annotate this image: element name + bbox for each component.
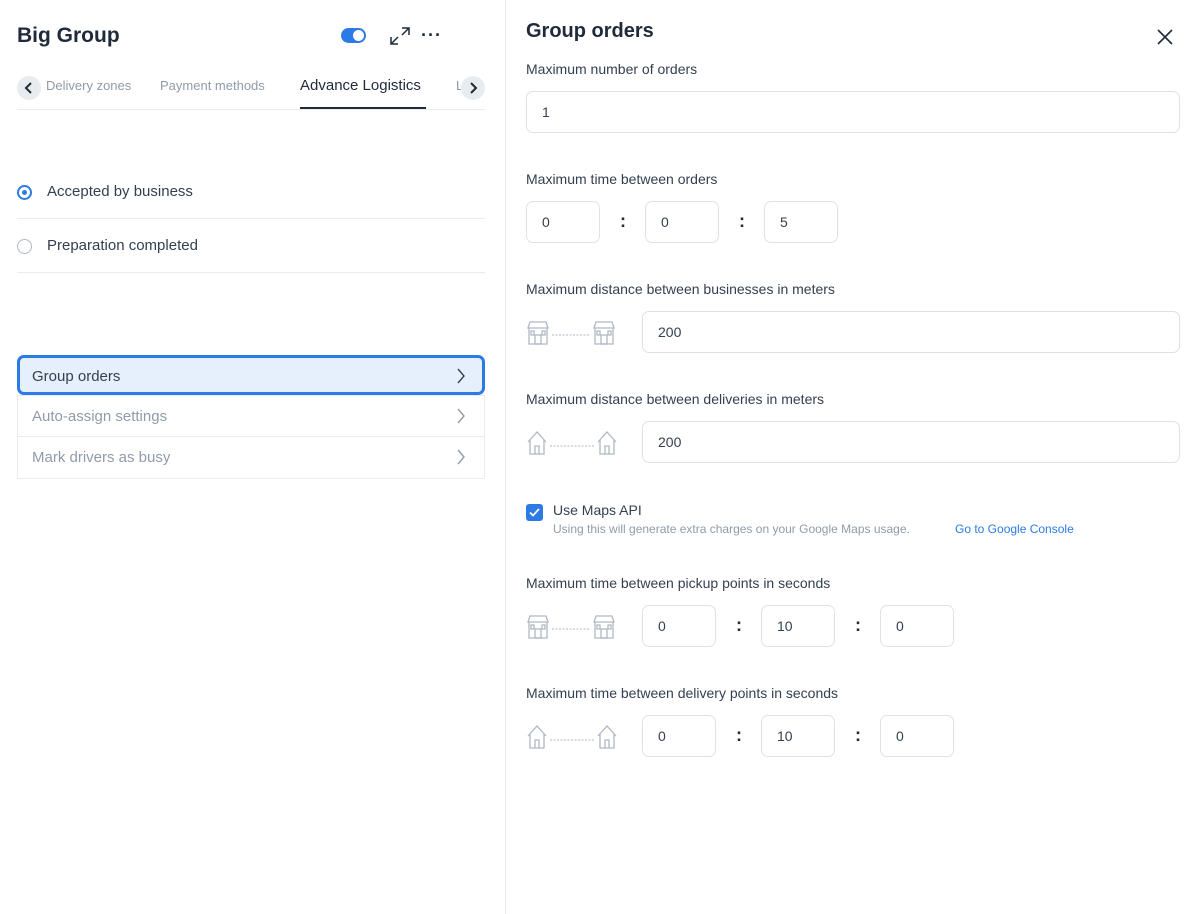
panel-title: Group orders: [526, 20, 654, 42]
menu-item-mark-drivers-busy[interactable]: Mark drivers as busy: [17, 437, 485, 479]
max-dist-businesses-label: Maximum distance between businesses in m…: [526, 281, 835, 297]
max-dist-deliveries-label: Maximum distance between deliveries in m…: [526, 391, 825, 407]
max-orders-label: Maximum number of orders: [526, 61, 698, 77]
settings-tabs: Delivery zones Payment methods Advance L…: [17, 72, 485, 110]
time-separator: :: [736, 615, 742, 635]
tab-advance-logistics[interactable]: Advance Logistics: [300, 77, 421, 94]
time-separator: :: [736, 725, 742, 745]
max-time-orders-hours-input[interactable]: 0: [526, 201, 600, 243]
more-dots-icon[interactable]: ···: [421, 26, 442, 44]
tab-delivery-zones[interactable]: Delivery zones: [46, 78, 131, 93]
max-time-orders-label: Maximum time between orders: [526, 171, 718, 187]
chevron-left-icon: [24, 82, 32, 94]
store-to-store-icon: [527, 615, 615, 639]
chevron-right-icon: [457, 408, 465, 424]
tabs-scroll-right-button[interactable]: [461, 76, 485, 100]
checkmark-icon: [529, 508, 540, 517]
use-maps-api-label: Use Maps API: [553, 502, 642, 518]
chevron-right-icon: [470, 82, 478, 94]
google-console-link[interactable]: Go to Google Console: [955, 522, 1074, 536]
max-time-delivery-seconds-input[interactable]: 0: [880, 715, 954, 757]
maps-api-hint: Using this will generate extra charges o…: [553, 522, 910, 536]
menu-item-label: Group orders: [32, 368, 121, 385]
expand-icon[interactable]: [389, 26, 411, 46]
time-separator: :: [620, 211, 626, 231]
menu-item-group-orders[interactable]: Group orders: [17, 355, 485, 395]
store-to-store-icon: [527, 321, 615, 345]
time-separator: :: [739, 211, 745, 231]
logistics-settings-menu: Group orders Auto-assign settings Mark d…: [17, 355, 485, 479]
chevron-right-icon: [457, 368, 465, 384]
tab-payment-methods[interactable]: Payment methods: [160, 78, 265, 93]
active-tab-underline: [300, 107, 426, 109]
status-option-accepted[interactable]: Accepted by business: [17, 165, 485, 219]
group-orders-panel: Group orders Maximum number of orders 1 …: [506, 0, 1200, 914]
house-to-house-icon: [527, 431, 617, 455]
status-option-label: Preparation completed: [47, 237, 198, 254]
max-time-pickup-seconds-input[interactable]: 0: [880, 605, 954, 647]
radio-button-checked[interactable]: [17, 185, 32, 200]
menu-item-auto-assign[interactable]: Auto-assign settings: [17, 395, 485, 437]
max-dist-businesses-input[interactable]: 200: [642, 311, 1180, 353]
business-enabled-toggle[interactable]: [341, 28, 366, 43]
max-time-delivery-hours-input[interactable]: 0: [642, 715, 716, 757]
business-title: Big Group: [17, 24, 120, 47]
max-time-pickup-hours-input[interactable]: 0: [642, 605, 716, 647]
max-time-delivery-minutes-input[interactable]: 10: [761, 715, 835, 757]
business-sidebar-panel: Big Group ··· Delivery zones Payment met…: [0, 0, 506, 914]
time-separator: :: [855, 725, 861, 745]
menu-item-label: Auto-assign settings: [32, 408, 168, 425]
radio-button[interactable]: [17, 239, 32, 254]
max-time-orders-seconds-input[interactable]: 5: [764, 201, 838, 243]
time-separator: :: [855, 615, 861, 635]
max-time-pickup-label: Maximum time between pickup points in se…: [526, 575, 831, 591]
max-time-orders-minutes-input[interactable]: 0: [645, 201, 719, 243]
chevron-right-icon: [457, 449, 465, 465]
max-orders-input[interactable]: 1: [526, 91, 1180, 133]
menu-item-label: Mark drivers as busy: [32, 449, 171, 466]
status-option-preparation[interactable]: Preparation completed: [17, 219, 485, 273]
max-time-delivery-label: Maximum time between delivery points in …: [526, 685, 839, 701]
close-icon[interactable]: [1156, 28, 1174, 46]
max-time-pickup-minutes-input[interactable]: 10: [761, 605, 835, 647]
use-maps-api-checkbox[interactable]: [526, 504, 543, 521]
house-to-house-icon: [527, 725, 617, 749]
status-option-label: Accepted by business: [47, 183, 193, 200]
max-dist-deliveries-input[interactable]: 200: [642, 421, 1180, 463]
tabs-scroll-left-button[interactable]: [17, 76, 41, 100]
